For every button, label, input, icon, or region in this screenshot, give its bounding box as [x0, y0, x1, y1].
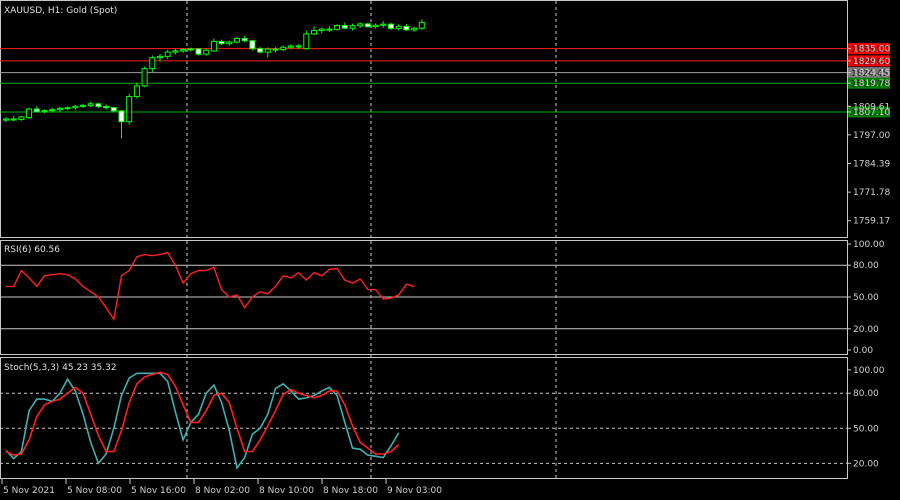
candle-body-up — [395, 25, 402, 29]
candle-body-up — [64, 107, 71, 110]
price-tick-label: 1759.17 — [853, 217, 890, 227]
candle-body-up — [187, 48, 194, 51]
price-tick-label: 1835.00 — [853, 45, 890, 55]
price-tick-label: 1819.78 — [853, 79, 890, 89]
stoch-tick-label: 50.00 — [853, 424, 879, 434]
candle-body-down — [241, 37, 248, 42]
candle-body-up — [418, 21, 425, 29]
candle-body-down — [33, 108, 40, 113]
stoch-tick-label: 20.00 — [853, 459, 879, 469]
candle-body-down — [195, 48, 202, 55]
candle-body-up — [334, 25, 341, 30]
candle-body-down — [218, 40, 225, 45]
candle-body-up — [380, 23, 387, 26]
stoch-tick-label: 80.00 — [853, 389, 879, 399]
candle-body-down — [388, 23, 394, 29]
price-tick-label: 1771.78 — [853, 188, 890, 198]
candle-body-up — [287, 45, 294, 48]
price-tick-label: 1807.10 — [853, 108, 890, 118]
candle-body-up — [149, 57, 156, 70]
candle-body-up — [80, 104, 86, 107]
candle-body-up — [87, 103, 94, 106]
time-tick-label: 8 Nov 10:00 — [259, 486, 314, 496]
candle-body-down — [118, 110, 125, 123]
candle-body-up — [226, 41, 233, 45]
price-tick-label: 1829.60 — [853, 57, 890, 67]
time-tick-label: 5 Nov 08:00 — [67, 486, 122, 496]
candle-body-up — [49, 109, 56, 112]
rsi-title: RSI(6) 60.56 — [4, 245, 60, 255]
candle-body-up — [234, 37, 240, 43]
time-tick-label: 5 Nov 16:00 — [131, 486, 186, 496]
candle-body-up — [141, 68, 148, 87]
price-chart-title: XAUUSD, H1: Gold (Spot) — [4, 6, 117, 16]
candle-body-up — [357, 23, 364, 27]
candle-body-down — [326, 28, 333, 31]
candle-body-up — [157, 55, 163, 59]
time-tick-label: 9 Nov 03:00 — [387, 486, 442, 496]
candle-body-up — [126, 96, 133, 123]
trading-chart[interactable]: 1835.001829.601824.451819.781807.10 1835… — [0, 0, 900, 500]
candle-body-up — [26, 108, 33, 119]
time-tick-label: 5 Nov 2021 — [3, 486, 55, 496]
price-tick-label: 1824.45 — [853, 69, 890, 79]
candle-body-up — [303, 33, 310, 50]
candle-body-up — [203, 49, 210, 55]
candle-body-up — [210, 40, 217, 52]
candle-body-up — [372, 24, 379, 28]
rsi-tick-label: 20.00 — [853, 325, 879, 335]
candle-body-down — [364, 23, 371, 28]
candle-body-up — [72, 105, 79, 109]
candle-body-down — [95, 103, 102, 108]
candle-body-up — [411, 27, 418, 31]
price-tick-label: 1784.39 — [853, 159, 890, 169]
rsi-tick-label: 80.00 — [853, 261, 879, 271]
candle-body-up — [18, 116, 25, 120]
candle-body-down — [295, 45, 302, 48]
candle-body-up — [172, 50, 179, 53]
price-tick-label: 1797.00 — [853, 131, 890, 141]
candle-body-up — [280, 46, 287, 51]
candle-body-up — [180, 49, 187, 52]
time-tick-label: 8 Nov 18:00 — [323, 486, 378, 496]
candle-body-up — [133, 85, 140, 98]
candle-body-down — [103, 106, 110, 109]
candle-body-down — [10, 118, 17, 121]
candle-body-down — [272, 48, 279, 51]
chart-background — [0, 0, 900, 500]
stoch-tick-label: 100.00 — [853, 366, 885, 376]
candle-body-up — [3, 118, 9, 121]
rsi-tick-label: 0.00 — [853, 346, 873, 356]
candle-body-down — [341, 25, 348, 29]
candle-body-up — [311, 30, 317, 35]
candle-body-up — [56, 107, 63, 111]
time-tick-label: 8 Nov 02:00 — [195, 486, 250, 496]
candle-body-down — [257, 48, 264, 53]
candle-body-up — [318, 28, 325, 32]
rsi-tick-label: 100.00 — [853, 240, 885, 250]
candle-body-down — [403, 25, 410, 31]
candle-body-down — [249, 40, 256, 50]
candle-body-up — [41, 110, 48, 113]
stoch-title: Stoch(5,3,3) 45.23 35.32 — [4, 363, 117, 373]
rsi-tick-label: 50.00 — [853, 293, 879, 303]
candle-body-up — [349, 25, 356, 29]
candle-body-up — [164, 51, 171, 57]
candle-body-down — [110, 107, 117, 112]
candle-body-up — [264, 48, 271, 53]
